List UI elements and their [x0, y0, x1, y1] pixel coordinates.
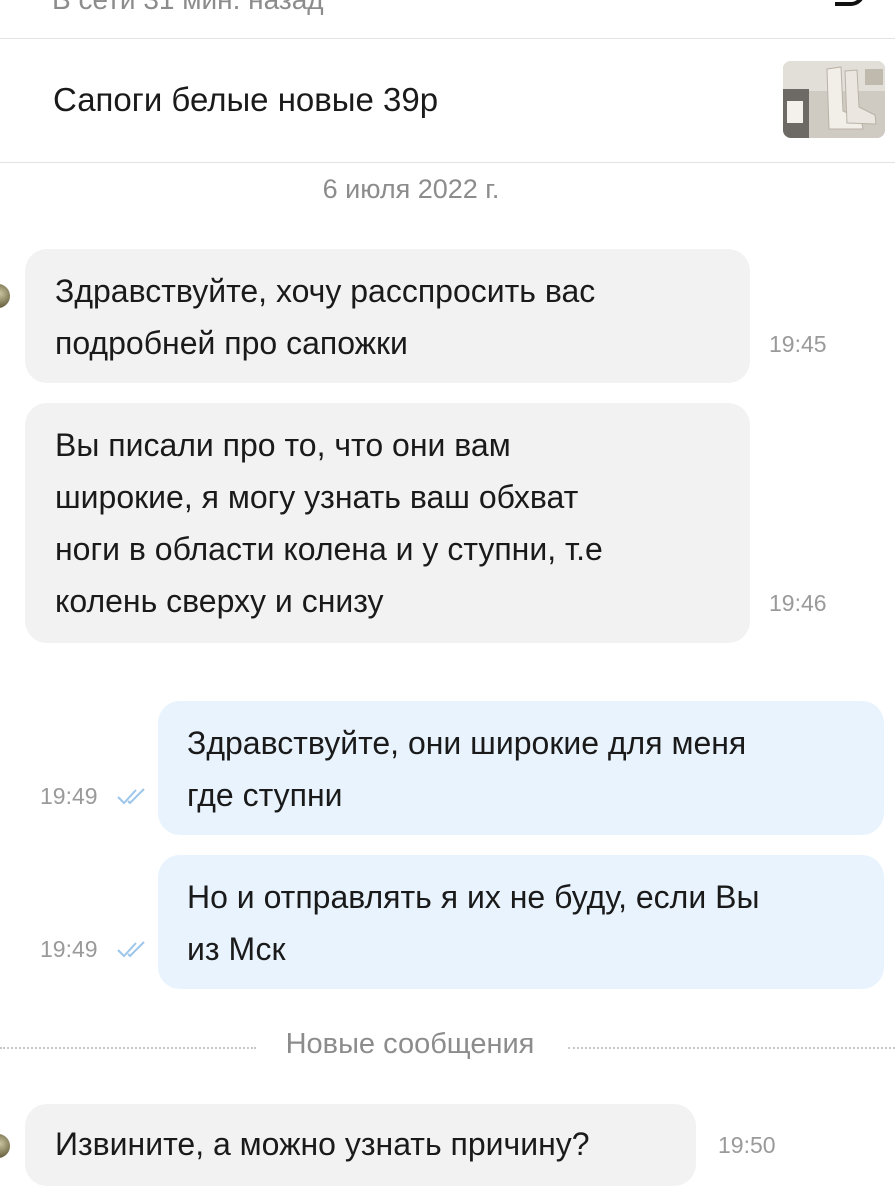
message-text: Извините, а можно узнать причину? [55, 1126, 590, 1162]
menu-icon[interactable] [835, 0, 865, 6]
message-bubble-incoming[interactable]: Извините, а можно узнать причину? [25, 1104, 696, 1186]
double-check-icon [117, 788, 145, 805]
listing-thumbnail[interactable] [783, 61, 885, 138]
message-text: Здравствуйте, хочу расспросить вас подро… [55, 273, 596, 361]
message-text: Но и отправлять я их не буду, если Вы из… [187, 879, 760, 967]
message-time: 19:50 [718, 1132, 776, 1158]
listing-title[interactable]: Сапоги белые новые 39р [53, 81, 438, 119]
message-bubble-outgoing[interactable]: Но и отправлять я их не буду, если Вы из… [158, 855, 884, 989]
message-time: 19:49 [40, 936, 98, 962]
boots-photo-icon [783, 61, 885, 138]
avatar[interactable] [0, 1134, 10, 1158]
new-messages-label: Новые сообщения [285, 1028, 535, 1060]
date-separator: 6 июля 2022 г. [322, 174, 500, 204]
message-bubble-incoming[interactable]: Вы писали про то, что они вам широкие, я… [25, 403, 750, 643]
message-text: Здравствуйте, они широкие для меня где с… [187, 725, 747, 813]
listing-header[interactable]: Сапоги белые новые 39р [0, 39, 895, 162]
message-time: 19:45 [769, 331, 827, 357]
message-bubble-incoming[interactable]: Здравствуйте, хочу расспросить вас подро… [25, 249, 750, 383]
divider [0, 162, 895, 163]
message-text: Вы писали про то, что они вам широкие, я… [55, 427, 603, 619]
dotted-line [568, 1047, 895, 1049]
avatar[interactable] [0, 284, 10, 308]
double-check-icon [117, 941, 145, 958]
message-time: 19:46 [769, 590, 827, 616]
message-time: 19:49 [40, 783, 98, 809]
online-status: В сети 31 мин. назад [52, 0, 324, 16]
new-messages-separator: Новые сообщения [0, 1028, 895, 1068]
message-bubble-outgoing[interactable]: Здравствуйте, они широкие для меня где с… [158, 701, 884, 835]
